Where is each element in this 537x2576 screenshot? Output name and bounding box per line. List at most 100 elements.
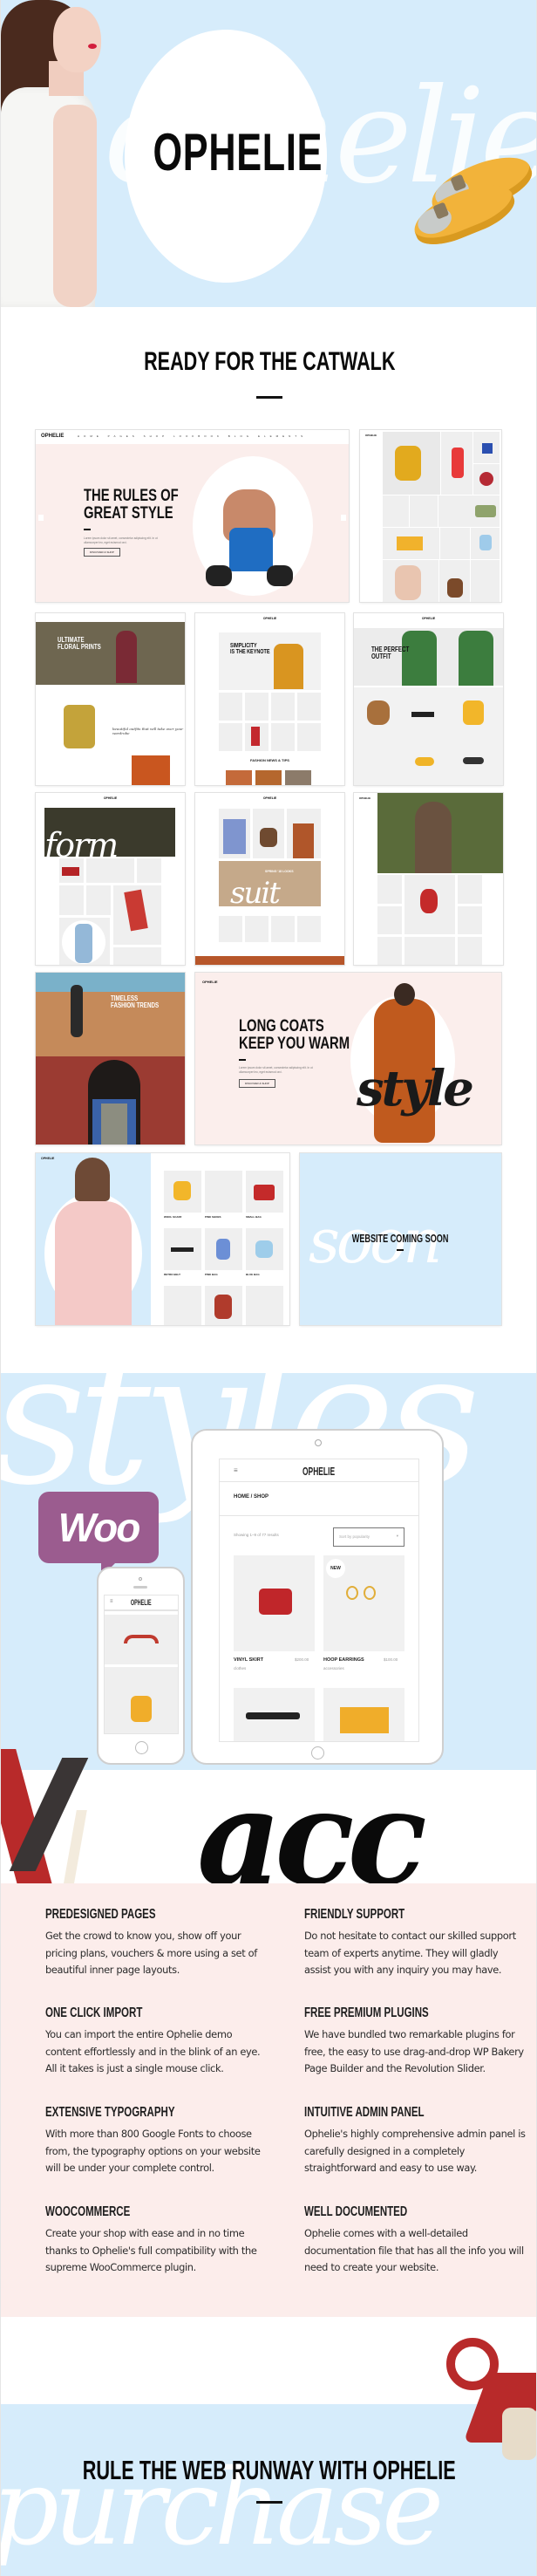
screenshot-home-simplicity[interactable]: OPHELIE SIMPLICITY IS THE KEYNOTE FASHION… xyxy=(195,613,344,785)
feature-extensive-typography: EXTENSIVE TYPOGRAPHY With more than 800 … xyxy=(45,2105,268,2177)
mini-logo: OPHELIE xyxy=(41,1157,55,1160)
hero-model-image xyxy=(1,0,105,307)
phone-screen: ≡ OPHELIE xyxy=(104,1595,179,1734)
feature-title: FRIENDLY SUPPORT xyxy=(304,1907,405,1922)
tablet-header: ≡ OPHELIE xyxy=(220,1459,418,1482)
feature-text: With more than 800 Google Fonts to choos… xyxy=(45,2128,261,2174)
feature-text: Do not hesitate to contact our skilled s… xyxy=(304,1930,516,1976)
mini-script: suit xyxy=(230,876,281,911)
mini-menu: HOME PAGES SHOP LOOKBOOK BLOG ELEMENTS xyxy=(77,434,308,438)
features-section: PREDESIGNED PAGES Get the crowd to know … xyxy=(1,1883,536,2317)
mini-headline: LONG COATS KEEP YOU WARM xyxy=(239,1017,350,1053)
product-name: PINK BAG xyxy=(205,1273,218,1276)
mini-logo: OPHELIE xyxy=(359,796,371,800)
mini-dash xyxy=(397,1249,404,1251)
mini-dash xyxy=(84,529,91,530)
mini-script: style xyxy=(357,1060,474,1117)
yellow-bag-image xyxy=(340,1707,389,1733)
feature-title: PREDESIGNED PAGES xyxy=(45,1907,156,1922)
screenshot-home-timeless[interactable]: TIMELESS FASHION TRENDS xyxy=(36,973,185,1145)
product-price: $200.00 xyxy=(295,1657,309,1662)
screenshot-home-side-menu[interactable]: OPHELIE xyxy=(360,430,501,602)
product-name[interactable]: VINYL SKIRT xyxy=(234,1657,263,1663)
mini-header: OPHELIE HOME PAGES SHOP LOOKBOOK BLOG EL… xyxy=(36,430,349,444)
screenshot-home-portrait[interactable]: OPHELIE xyxy=(354,793,503,965)
product-name: RETRO BELT xyxy=(164,1273,180,1276)
screenshot-home-form[interactable]: OPHELIE form xyxy=(36,793,185,965)
feature-text: Get the crowd to know you, show off your… xyxy=(45,1930,257,1976)
tablet-screen: ≡ OPHELIE HOME / SHOP Showing 1–9 of 77 … xyxy=(219,1459,419,1742)
phone-home-button xyxy=(135,1741,148,1754)
product-name: PINK SHOES xyxy=(205,1215,221,1219)
product-name[interactable]: HOOP EARRINGS xyxy=(323,1657,364,1663)
product-name: WOOL SCARF xyxy=(164,1215,182,1219)
mini-logo: OPHELIE xyxy=(103,796,118,800)
catwalk-title: READY FOR THE CATWALK xyxy=(143,347,396,376)
screenshot-shop-split[interactable]: OPHELIE WOOL SCARF PINK SHOES SMALL BAG … xyxy=(36,1153,289,1325)
phone-logo: OPHELIE xyxy=(131,1598,152,1607)
results-count: Showing 1–9 of 77 results xyxy=(234,1533,279,1537)
mini-section-title: FASHION NEWS & TIPS xyxy=(250,758,289,762)
screenshot-home-floral[interactable]: ULTIMATE FLORAL PRINTS beautiful outfits … xyxy=(36,613,185,785)
hero-banner: ophelie OPHELIE xyxy=(1,0,536,307)
feature-text: We have bundled two remarkable plugins f… xyxy=(304,2028,524,2074)
mini-logo: OPHELIE xyxy=(202,980,218,984)
mini-headline: THE RULES OF GREAT STYLE xyxy=(84,487,179,523)
feature-title: WOOCOMMERCE xyxy=(45,2204,131,2219)
next-arrow-icon[interactable] xyxy=(341,515,346,521)
prev-arrow-icon[interactable] xyxy=(38,515,44,521)
red-bag-image xyxy=(259,1589,292,1615)
mini-logo: OPHELIE xyxy=(365,434,377,437)
mini-discover-button[interactable]: DISCOVER & SHOP xyxy=(239,1079,275,1088)
yellow-top-image xyxy=(395,446,421,481)
tablet-camera-icon xyxy=(315,1439,322,1446)
screenshot-home-long-coats[interactable]: OPHELIE LONG COATS KEEP YOU WARM Lorem ip… xyxy=(195,973,501,1145)
feature-well-documented: WELL DOCUMENTED Ophelie comes with a wel… xyxy=(304,2204,527,2277)
product-name: SMALL BAG xyxy=(246,1215,262,1219)
sort-select[interactable]: Sort by popularity ▾ xyxy=(333,1527,404,1547)
tablet-home-button xyxy=(311,1746,324,1759)
scarf-image-left xyxy=(1,1732,89,1906)
mini-headline: SPRING '18 LOOKS xyxy=(265,870,294,873)
woocommerce-logo: Woo xyxy=(38,1492,159,1577)
feature-title: ONE CLICK IMPORT xyxy=(45,2005,143,2020)
mini-body: Lorem ipsum dolor sit amet, consectetur … xyxy=(239,1066,313,1074)
feature-woocommerce: WOOCOMMERCE Create your shop with ease a… xyxy=(45,2204,268,2277)
chevron-down-icon: ▾ xyxy=(396,1534,398,1538)
product-price: $100.00 xyxy=(384,1657,398,1662)
feature-text: You can import the entire Ophelie demo c… xyxy=(45,2028,261,2074)
tablet-mockup: ≡ OPHELIE HOME / SHOP Showing 1–9 of 77 … xyxy=(191,1429,444,1765)
floral-hero-image xyxy=(36,622,185,685)
feature-free-premium-plugins: FREE PREMIUM PLUGINS We have bundled two… xyxy=(304,2005,527,2078)
feature-text: Ophelie comes with a well-detailed docum… xyxy=(304,2227,524,2273)
product-name: BLUE BAG xyxy=(246,1273,260,1276)
mini-headline: WEBSITE COMING SOON xyxy=(352,1232,449,1245)
feature-intuitive-admin-panel: INTUITIVE ADMIN PANEL Ophelie's highly c… xyxy=(304,2105,527,2177)
feature-text: Create your shop with ease and in no tim… xyxy=(45,2227,257,2273)
mini-headline: THE PERFECT OUTFIT xyxy=(371,646,410,661)
feature-text: Ophelie's highly comprehensive admin pan… xyxy=(304,2128,526,2174)
screenshot-home-perfect-outfit[interactable]: OPHELIE THE PERFECT OUTFIT xyxy=(354,613,503,785)
phone-mockup: ≡ OPHELIE xyxy=(97,1567,185,1765)
accessories-script: acc xyxy=(197,1770,427,1883)
ophelie-theme-preview: ophelie OPHELIE READY FOR THE CATWALK OP… xyxy=(0,0,537,2576)
mini-logo: OPHELIE xyxy=(421,617,436,620)
blue-bag-image xyxy=(229,528,273,571)
mini-discover-button[interactable]: DISCOVER & SHOP xyxy=(84,548,120,557)
screenshot-home-spring[interactable]: OPHELIE SPRING '18 LOOKS suit xyxy=(195,793,344,965)
new-badge: NEW xyxy=(326,1559,345,1578)
mini-dash xyxy=(239,1059,246,1061)
screenshot-home-main[interactable]: OPHELIE HOME PAGES SHOP LOOKBOOK BLOG EL… xyxy=(36,430,349,602)
title-divider xyxy=(256,396,282,399)
screenshot-coming-soon[interactable]: soon WEBSITE COMING SOON xyxy=(300,1153,501,1325)
feature-friendly-support: FRIENDLY SUPPORT Do not hesitate to cont… xyxy=(304,1907,527,1979)
hero-shoes-image xyxy=(394,146,536,262)
product-category: accessories xyxy=(323,1666,344,1671)
breadcrumb[interactable]: HOME / SHOP xyxy=(234,1494,268,1500)
mini-logo: OPHELIE xyxy=(262,796,277,800)
mini-headline: TIMELESS FASHION TRENDS xyxy=(111,994,160,1010)
tablet-logo: OPHELIE xyxy=(302,1465,336,1478)
cta-divider xyxy=(256,2501,282,2504)
mini-headline: SIMPLICITY IS THE KEYNOTE xyxy=(230,643,270,656)
bangle-image xyxy=(124,1635,159,1643)
